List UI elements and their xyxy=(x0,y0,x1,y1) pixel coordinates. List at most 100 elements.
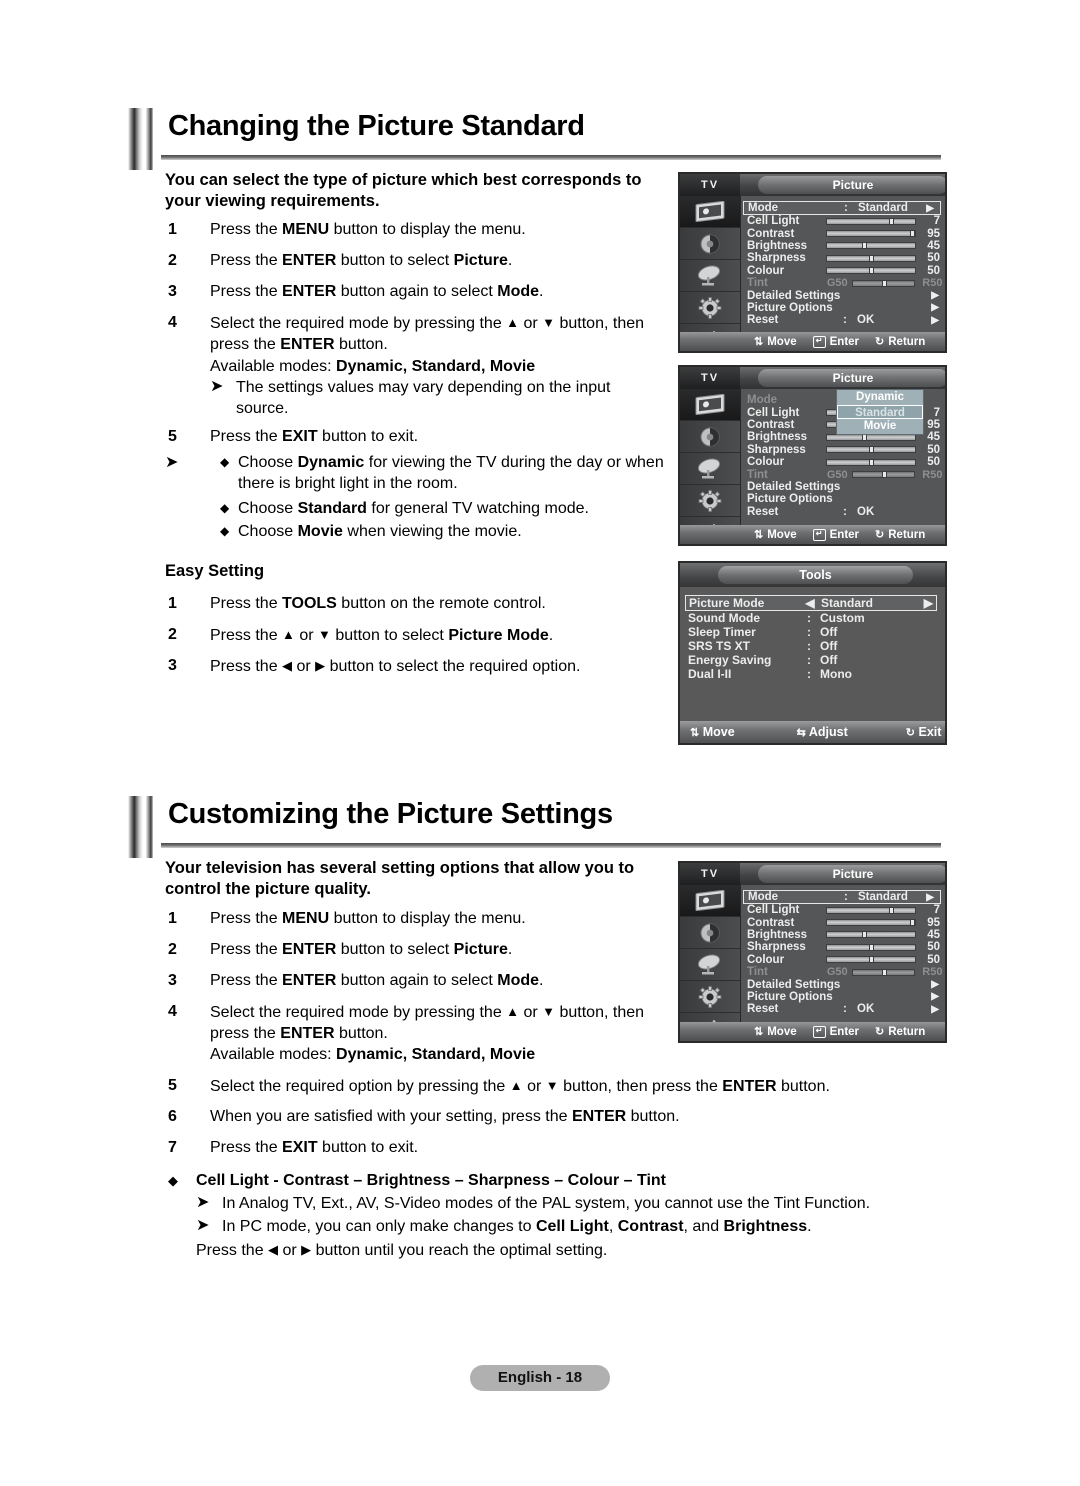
chevron-right-icon[interactable]: ▶ xyxy=(924,596,933,610)
osd-sidebar[interactable] xyxy=(680,196,741,351)
osd-row-picture-options[interactable]: Picture Options ▶ xyxy=(741,991,945,1003)
mode-option-standard[interactable]: Standard xyxy=(837,404,923,419)
footer-move[interactable]: ⇅ Move xyxy=(754,335,797,349)
slider-knob[interactable] xyxy=(909,919,915,927)
sidebar-item-picture[interactable] xyxy=(680,885,740,917)
osd-sidebar[interactable] xyxy=(680,885,741,1041)
osd-rows[interactable]: Mode : Standard ▶ Cell Light 7 Contrast … xyxy=(741,196,945,351)
osd-row-cell-light[interactable]: Cell Light 7 xyxy=(741,215,945,227)
slider-knob[interactable] xyxy=(869,267,875,275)
osd-rows[interactable]: Mode : Standard ▶ Cell Light 7 Contrast … xyxy=(741,885,945,1041)
tools-row-picture-mode[interactable]: Picture Mode ◀ Standard ▶ xyxy=(685,595,937,611)
sidebar-item-picture[interactable] xyxy=(680,196,740,228)
osd-sidebar[interactable] xyxy=(680,389,741,544)
osd-row-sharpness[interactable]: Sharpness 50 xyxy=(741,252,945,264)
osd-row-contrast[interactable]: Contrast 95 xyxy=(741,227,945,240)
osd-row-colour[interactable]: Colour 50 xyxy=(741,265,945,277)
footer-label: Return xyxy=(888,335,926,348)
footer-exit[interactable]: ↻ Exit xyxy=(906,725,942,739)
tools-row-energy-saving[interactable]: Energy Saving : Off xyxy=(688,653,937,667)
footer-move[interactable]: ⇅ Move xyxy=(754,528,797,542)
mode-option-movie[interactable]: Movie xyxy=(837,419,923,434)
sidebar-item-picture[interactable] xyxy=(680,389,740,421)
slider-knob[interactable] xyxy=(869,956,875,964)
osd-row-detailed-settings[interactable]: Detailed Settings ▶ xyxy=(741,978,945,991)
slider-knob[interactable] xyxy=(869,943,875,951)
slider-track[interactable] xyxy=(825,943,917,951)
osd-row-brightness[interactable]: Brightness 45 xyxy=(741,929,945,941)
osd-row-mode[interactable]: Mode : Standard ▶ xyxy=(743,201,941,215)
footer-enter[interactable]: ↵ Enter xyxy=(812,1025,859,1038)
slider-knob[interactable] xyxy=(909,230,915,238)
osd-row-detailed-settings[interactable]: Detailed Settings xyxy=(741,481,945,493)
osd-row-colour[interactable]: Colour 50 xyxy=(741,456,945,468)
slider-track[interactable] xyxy=(825,919,917,927)
mode-option-dynamic[interactable]: Dynamic xyxy=(837,390,923,405)
sidebar-item-channel[interactable] xyxy=(680,453,740,485)
footer-enter[interactable]: ↵ Enter xyxy=(812,335,859,348)
slider-track[interactable] xyxy=(825,931,917,939)
footer-return[interactable]: ↻ Return xyxy=(875,335,926,349)
tools-row-dual-i-ii[interactable]: Dual I-II : Mono xyxy=(688,667,937,681)
tools-row-srs-ts-xt[interactable]: SRS TS XT : Off xyxy=(688,639,937,653)
osd-row-reset[interactable]: Reset : OK ▶ xyxy=(741,314,945,326)
sidebar-item-setup[interactable] xyxy=(680,485,740,517)
osd-row-detailed-settings[interactable]: Detailed Settings ▶ xyxy=(741,289,945,302)
slider-track[interactable] xyxy=(825,906,917,914)
osd-row-reset[interactable]: Reset : OK ▶ xyxy=(741,1003,945,1015)
slider-track[interactable] xyxy=(825,230,917,238)
footer-adjust[interactable]: ⇆ Adjust xyxy=(797,725,848,739)
heading-rule xyxy=(161,155,941,160)
footer-move[interactable]: ⇅ Move xyxy=(754,1025,797,1039)
osd-row-brightness[interactable]: Brightness 45 xyxy=(741,240,945,252)
osd-row-colour[interactable]: Colour 50 xyxy=(741,954,945,966)
osd-row-mode[interactable]: Mode : Standard ▶ xyxy=(743,890,941,904)
footer-return[interactable]: ↻ Return xyxy=(875,528,925,542)
osd-row-picture-options[interactable]: Picture Options xyxy=(741,493,945,505)
note-text: Press the ◀ or ▶ button until you reach … xyxy=(196,1242,608,1259)
footer-enter[interactable]: ↵ Enter xyxy=(812,528,859,541)
slider-track[interactable] xyxy=(825,242,917,250)
step-number: 7 xyxy=(168,1139,177,1156)
footer-move[interactable]: ⇅ Move xyxy=(690,725,735,739)
osd-picture-menu-1[interactable]: TV Picture Mode : Standard ▶ Cell Light … xyxy=(678,172,947,353)
sidebar-item-sound[interactable] xyxy=(680,228,740,260)
osd-row-picture-options[interactable]: Picture Options ▶ xyxy=(741,302,945,314)
slider-knob[interactable] xyxy=(888,906,894,914)
slider-knob[interactable] xyxy=(862,931,868,939)
tools-row-sound-mode[interactable]: Sound Mode : Custom xyxy=(688,611,937,625)
osd-row-reset[interactable]: Reset : OK xyxy=(741,506,945,518)
slider-track[interactable] xyxy=(825,458,917,466)
slider-knob[interactable] xyxy=(869,446,875,454)
sidebar-item-sound[interactable] xyxy=(680,917,740,949)
tools-panel[interactable]: Tools Picture Mode ◀ Standard ▶ Sound Mo… xyxy=(678,561,947,745)
slider-knob[interactable] xyxy=(869,458,875,466)
sidebar-item-channel[interactable] xyxy=(680,949,740,981)
sidebar-item-setup[interactable] xyxy=(680,292,740,324)
slider-track[interactable] xyxy=(825,267,917,275)
sidebar-item-sound[interactable] xyxy=(680,421,740,453)
sidebar-item-channel[interactable] xyxy=(680,260,740,292)
osd-row-cell-light[interactable]: Cell Light 7 xyxy=(741,904,945,916)
osd-picture-menu-2[interactable]: TV Picture Mode Cell Light 7 Contrast 95… xyxy=(678,365,947,546)
slider-track[interactable] xyxy=(825,956,917,964)
osd-row-sharpness[interactable]: Sharpness 50 xyxy=(741,444,945,456)
slider-track[interactable] xyxy=(825,446,917,454)
mode-dropdown[interactable]: Dynamic Standard Movie xyxy=(836,389,924,435)
osd-picture-menu-3[interactable]: TV Picture Mode : Standard ▶ Cell Light … xyxy=(678,861,947,1043)
slider-track[interactable] xyxy=(825,254,917,262)
slider-knob[interactable] xyxy=(869,254,875,262)
osd-row-contrast[interactable]: Contrast 95 xyxy=(741,916,945,929)
tools-rows[interactable]: Picture Mode ◀ Standard ▶ Sound Mode : C… xyxy=(680,589,945,721)
osd-row-sharpness[interactable]: Sharpness 50 xyxy=(741,941,945,953)
arrow-bullet-icon: ➤ xyxy=(165,454,179,471)
footer-return[interactable]: ↻ Return xyxy=(875,1025,925,1039)
slider-knob[interactable] xyxy=(862,242,868,250)
slider-knob[interactable] xyxy=(862,433,868,441)
slider-track[interactable] xyxy=(825,433,917,441)
slider-track[interactable] xyxy=(825,217,917,225)
sidebar-item-setup[interactable] xyxy=(680,981,740,1013)
slider-knob[interactable] xyxy=(888,217,894,225)
tools-row-sleep-timer[interactable]: Sleep Timer : Off xyxy=(688,625,937,639)
chevron-left-icon[interactable]: ◀ xyxy=(799,596,821,610)
